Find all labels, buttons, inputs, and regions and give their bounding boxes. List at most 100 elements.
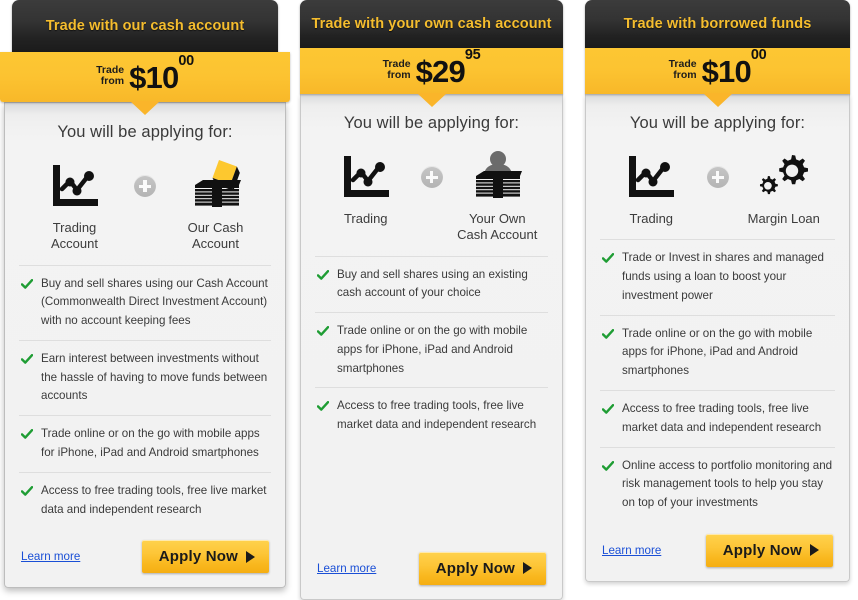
feature-text: Trade online or on the go with mobile ap… (622, 326, 813, 378)
feature-item: Online access to portfolio monitoring an… (600, 448, 835, 522)
arrow-right-icon (523, 562, 532, 575)
check-icon (601, 457, 615, 513)
feature-text: Online access to portfolio monitoring an… (622, 458, 833, 510)
price-cents: 95 (464, 46, 481, 63)
plus-circle-icon (420, 149, 443, 205)
margin-loan-gears-icon (756, 149, 812, 205)
your-own-cash-account-icon (466, 149, 528, 205)
our-cash-account-icon (185, 158, 247, 214)
product-icon-cell: Trading Account (29, 158, 120, 253)
learn-more-link[interactable]: Learn more (602, 544, 661, 557)
price-value: $1000 (129, 53, 194, 95)
card-header: Trade with your own cash account (300, 0, 563, 48)
card-header: Trade with our cash account (12, 0, 278, 52)
pricing-card-cash-account: Trade with our cash account Trade from $… (0, 0, 290, 589)
product-icon-row: Trading (315, 145, 548, 257)
feature-text: Access to free trading tools, free live … (622, 401, 822, 434)
price-notch-icon (130, 101, 160, 115)
feature-item: Earn interest between investments withou… (19, 341, 271, 417)
price-cents: 00 (178, 52, 194, 69)
feature-item: Access to free trading tools, free live … (315, 388, 548, 444)
pricing-comparison-page: Trade with our cash account Trade from $… (0, 0, 858, 600)
feature-text: Earn interest between investments withou… (41, 351, 268, 403)
trading-chart-icon (340, 149, 392, 205)
feature-text: Buy and sell shares using our Cash Accou… (41, 276, 268, 328)
card-body: You will be applying for: Trading (300, 94, 563, 600)
card-actions: Learn more Apply Now (301, 444, 562, 589)
feature-item: Access to free trading tools, free live … (19, 473, 271, 529)
feature-text: Trade online or on the go with mobile ap… (337, 324, 528, 375)
plus-circle-icon (134, 158, 156, 214)
trade-from-line2: from (673, 69, 697, 81)
feature-item: Access to free trading tools, free live … (600, 391, 835, 448)
product-icon-label: Trading Account (51, 220, 98, 252)
feature-item: Trade online or on the go with mobile ap… (315, 313, 548, 389)
apply-now-label: Apply Now (435, 559, 515, 577)
feature-text: Access to free trading tools, free live … (41, 483, 267, 516)
feature-list: Buy and sell shares using an existing ca… (315, 257, 548, 444)
product-icon-label: Margin Loan (747, 211, 820, 226)
apply-now-button[interactable]: Apply Now (141, 540, 269, 574)
feature-item: Trade online or on the go with mobile ap… (19, 416, 271, 473)
check-icon (316, 397, 330, 435)
feature-item: Trade online or on the go with mobile ap… (600, 316, 835, 391)
learn-more-link[interactable]: Learn more (317, 562, 376, 575)
feature-list: Trade or Invest in shares and managed fu… (600, 240, 835, 522)
product-icon-row: Trading Account Our Cash Account (19, 154, 271, 266)
card-actions: Learn more Apply Now (586, 522, 849, 571)
check-icon (316, 266, 330, 304)
check-icon (20, 482, 34, 520)
feature-item: Buy and sell shares using our Cash Accou… (19, 266, 271, 341)
product-icon-cell: Margin Loan (743, 149, 826, 227)
check-icon (20, 275, 34, 331)
apply-now-button[interactable]: Apply Now (705, 533, 833, 567)
product-icon-cell: Trading (325, 149, 407, 227)
product-icon-row: Trading (600, 145, 835, 241)
plus-circle-icon (706, 149, 729, 205)
card-body: You will be applying for: Trading Accoun… (4, 102, 286, 589)
price-band: Trade from $1000 (0, 52, 290, 115)
price-value: $1000 (702, 47, 767, 87)
product-icon-cell: Trading (610, 149, 693, 227)
product-icon-label: Trading (629, 211, 674, 226)
trading-chart-icon (625, 149, 677, 205)
arrow-right-icon (246, 550, 255, 563)
pricing-card-own-cash-account: Trade with your own cash account Trade f… (300, 0, 563, 600)
product-icon-label: Our Cash Account (187, 220, 244, 252)
check-icon (316, 322, 330, 378)
product-icon-label: Your Own Cash Account (457, 211, 538, 243)
card-body: You will be applying for: Trading (585, 94, 850, 582)
feature-text: Access to free trading tools, free live … (337, 399, 537, 432)
trade-from-label: Trade from (96, 65, 124, 88)
apply-now-label: Apply Now (722, 541, 802, 559)
price-cents: 00 (750, 46, 767, 63)
learn-more-link[interactable]: Learn more (21, 550, 80, 563)
trade-from-line2: from (100, 75, 125, 87)
feature-text: Buy and sell shares using an existing ca… (337, 267, 528, 300)
apply-now-label: Apply Now (158, 548, 238, 566)
check-icon (601, 400, 615, 438)
product-icon-cell: Your Own Cash Account (457, 149, 539, 244)
feature-text: Trade or Invest in shares and managed fu… (622, 251, 824, 302)
apply-now-button[interactable]: Apply Now (418, 551, 546, 585)
feature-item: Trade or Invest in shares and managed fu… (600, 240, 835, 316)
product-icon-label: Trading (343, 211, 388, 226)
price-band: Trade from $2995 (300, 47, 563, 107)
check-icon (20, 425, 34, 463)
card-actions: Learn more Apply Now (5, 528, 285, 577)
price-notch-icon (702, 93, 733, 107)
card-title: Trade with borrowed funds (623, 16, 812, 32)
price-value: $2995 (415, 47, 481, 89)
trade-from-label: Trade from (383, 59, 411, 82)
pricing-card-borrowed-funds: Trade with borrowed funds Trade from $10… (585, 0, 850, 582)
check-icon (20, 350, 34, 406)
trading-chart-icon (49, 158, 101, 214)
price-amount: $29 (415, 53, 466, 89)
product-icon-cell: Our Cash Account (170, 158, 261, 253)
feature-list: Buy and sell shares using our Cash Accou… (19, 266, 271, 529)
price-amount: $10 (129, 59, 179, 95)
check-icon (601, 325, 615, 381)
trade-from-label: Trade from (669, 59, 697, 82)
trade-from-line2: from (387, 69, 411, 81)
price-notch-icon (416, 93, 447, 107)
